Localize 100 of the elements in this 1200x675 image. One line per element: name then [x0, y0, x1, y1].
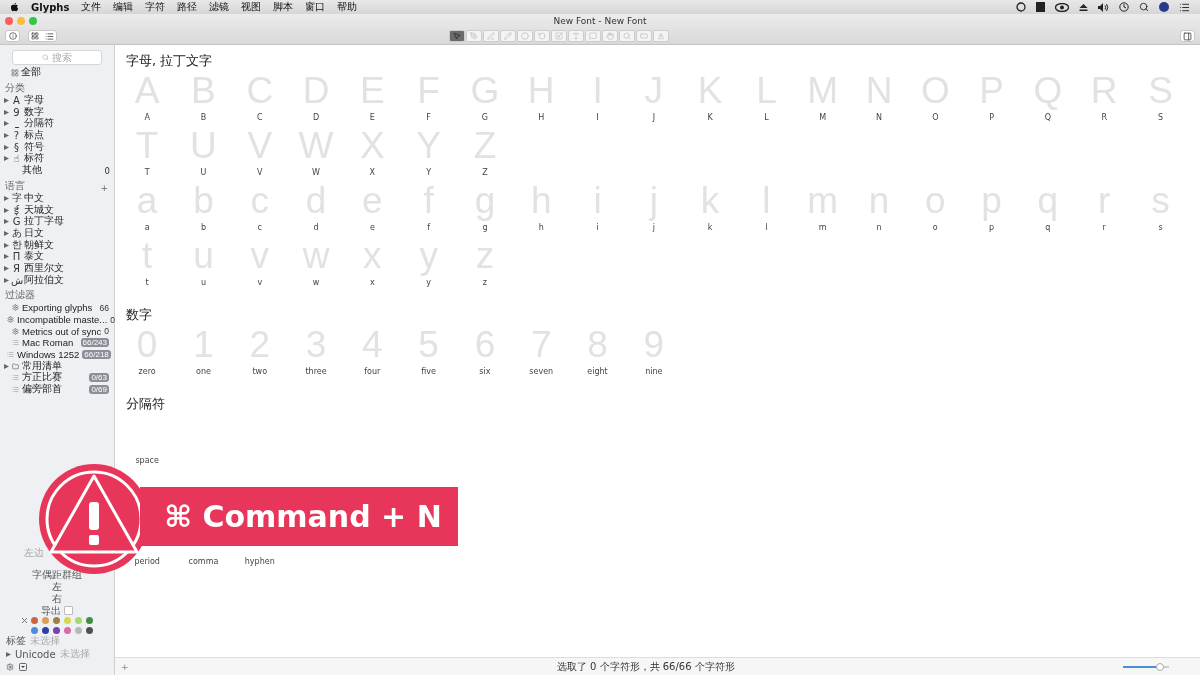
sidebar-item[interactable]: Exporting glyphs — [22, 302, 97, 314]
dropdown-icon[interactable] — [19, 663, 27, 671]
glyph-name: f — [427, 223, 431, 232]
disclosure-triangle-icon[interactable] — [6, 651, 11, 657]
sidebar-item[interactable]: 泰文 — [24, 250, 110, 264]
eye-icon[interactable] — [1055, 2, 1069, 12]
color-dot[interactable] — [31, 627, 38, 634]
speaker-icon[interactable] — [1098, 2, 1109, 12]
clear-icon[interactable] — [21, 617, 28, 624]
sidebar-toggle-button[interactable] — [1180, 30, 1195, 42]
export-checkbox[interactable] — [64, 606, 73, 615]
menu-item[interactable]: 路径 — [177, 0, 198, 14]
sidebar-item[interactable]: 符号 — [24, 140, 110, 154]
color-dot[interactable] — [53, 627, 60, 634]
disclosure-triangle-icon[interactable] — [4, 207, 9, 213]
color-dot[interactable] — [86, 617, 93, 624]
color-dot[interactable] — [86, 627, 93, 634]
clock-icon[interactable] — [1119, 2, 1129, 12]
sidebar-item[interactable]: 数字 — [24, 105, 110, 119]
glyph-name: k — [707, 223, 713, 232]
close-button[interactable] — [5, 17, 13, 25]
settings-icon[interactable] — [6, 663, 14, 671]
eject-icon[interactable] — [1079, 2, 1088, 12]
disclosure-triangle-icon[interactable] — [4, 195, 9, 201]
menu-item[interactable]: 字符 — [145, 0, 166, 14]
sidebar-item[interactable]: Metrics out of sync — [22, 325, 102, 337]
sidebar-item[interactable]: 常用清单 — [22, 359, 109, 373]
slider-thumb[interactable] — [1155, 662, 1164, 671]
glyph-name: V — [257, 168, 263, 177]
color-dot[interactable] — [75, 627, 82, 634]
menu-item[interactable]: 窗口 — [305, 0, 326, 14]
add-button[interactable]: + — [100, 182, 108, 193]
disclosure-triangle-icon[interactable] — [4, 133, 9, 139]
glyph-name: e — [369, 223, 375, 232]
disclosure-triangle-icon[interactable] — [4, 121, 9, 127]
search-icon[interactable] — [1139, 2, 1149, 12]
disclosure-triangle-icon[interactable] — [4, 277, 9, 283]
disclosure-triangle-icon[interactable] — [4, 144, 9, 150]
field-value: 未选择 — [30, 634, 60, 648]
gear-icon — [12, 327, 19, 335]
color-dot[interactable] — [53, 617, 60, 624]
disclosure-triangle-icon[interactable] — [4, 109, 9, 115]
sidebar-item[interactable]: 分隔符 — [24, 117, 110, 131]
menu-item[interactable]: 帮助 — [337, 0, 358, 14]
sidebar-item[interactable]: 偏旁部首 — [22, 383, 87, 397]
disclosure-triangle-icon[interactable] — [4, 254, 9, 260]
disclosure-triangle-icon[interactable] — [4, 242, 9, 248]
sidebar-item[interactable]: 中文 — [24, 191, 110, 205]
app-menu[interactable]: Glyphs — [31, 1, 70, 13]
disclosure-triangle-icon[interactable] — [4, 265, 9, 271]
glyph-preview[interactable]: j — [649, 179, 658, 222]
list-icon — [12, 339, 19, 347]
sidebar-item[interactable]: 朝鲜文 — [24, 238, 110, 252]
menu-item[interactable]: 文件 — [81, 0, 102, 14]
glyph-name: P — [989, 113, 994, 122]
color-dot[interactable] — [75, 617, 82, 624]
circle-icon[interactable] — [1016, 2, 1026, 12]
glyph-name: b — [200, 223, 206, 232]
zoom-slider[interactable] — [1123, 665, 1169, 668]
section-heading: 语言 — [5, 178, 25, 192]
category-symbol: あ — [11, 226, 22, 240]
sidebar-item[interactable]: 标点 — [24, 129, 110, 143]
sidebar-item[interactable]: 全部 — [21, 66, 110, 80]
disclosure-triangle-icon[interactable] — [4, 98, 9, 104]
disclosure-triangle-icon[interactable] — [4, 219, 9, 225]
search-field[interactable]: 搜索 — [12, 50, 102, 65]
glyph-name: C — [256, 113, 263, 122]
glyph-name: six — [479, 367, 491, 376]
sidebar-item[interactable]: 日文 — [24, 226, 110, 240]
sidebar-item[interactable]: Windows 1252 — [17, 349, 80, 361]
info-button[interactable] — [5, 30, 20, 42]
pen-icon — [486, 32, 495, 40]
disclosure-triangle-icon[interactable] — [4, 156, 9, 162]
disclosure-triangle-icon[interactable] — [4, 363, 9, 369]
color-dot[interactable] — [42, 617, 49, 624]
sidebar-item[interactable]: 拉丁字母 — [24, 215, 110, 229]
menu-item[interactable]: 滤镜 — [209, 0, 230, 14]
menu-item[interactable]: 脚本 — [273, 0, 294, 14]
add-button[interactable]: + — [121, 661, 129, 672]
view-mode-button[interactable] — [28, 30, 57, 42]
sidebar-item[interactable]: 阿拉伯文 — [24, 273, 110, 287]
apple-logo-icon[interactable] — [10, 2, 19, 12]
sidebar-item[interactable]: 标符 — [24, 152, 110, 166]
list-icon[interactable] — [1179, 1, 1190, 13]
menu-item[interactable]: 编辑 — [113, 0, 134, 14]
menu-item[interactable]: 视图 — [241, 0, 262, 14]
sidebar-item[interactable]: 西里尔文 — [24, 261, 110, 275]
color-dot[interactable] — [64, 617, 71, 624]
tool-button[interactable] — [448, 30, 465, 42]
color-dot[interactable] — [64, 627, 71, 634]
disclosure-triangle-icon[interactable] — [4, 230, 9, 236]
sidebar-item[interactable]: 其他 — [22, 164, 103, 178]
color-dot[interactable] — [31, 617, 38, 624]
text-baseline-icon — [656, 32, 665, 40]
sidebar-item[interactable]: Incompatible maste... — [17, 314, 108, 326]
glyph-name: z — [482, 278, 488, 287]
field-value: 未选择 — [59, 647, 90, 661]
sidebar-item[interactable]: Mac Roman — [22, 337, 78, 349]
glyph-name: hyphen — [244, 557, 275, 566]
color-dot[interactable] — [42, 627, 49, 634]
